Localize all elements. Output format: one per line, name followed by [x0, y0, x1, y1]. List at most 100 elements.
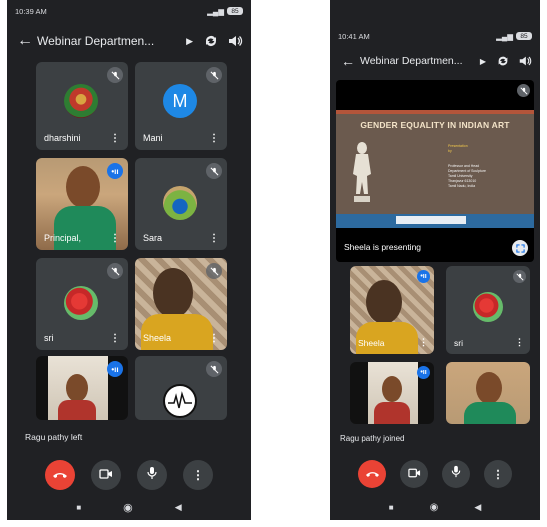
switch-camera-icon[interactable] [201, 31, 221, 51]
mic-button[interactable] [442, 460, 470, 488]
more-options-button[interactable]: ⋮ [183, 460, 213, 490]
participant-tile[interactable]: •ıı [36, 356, 128, 420]
participant-name: Sheela [358, 338, 385, 348]
more-vert-icon[interactable]: ⋮ [209, 333, 219, 344]
participant-tile[interactable]: sri ⋮ [36, 258, 128, 350]
presentation-area[interactable]: GENDER EQUALITY IN INDIAN ART Presentati… [336, 80, 534, 262]
presentation-slide: GENDER EQUALITY IN INDIAN ART Presentati… [336, 110, 534, 228]
nav-back-icon[interactable]: ◀ [175, 502, 182, 513]
more-vert-icon[interactable]: ⋮ [209, 233, 219, 244]
camera-icon [407, 465, 421, 483]
slide-title: GENDER EQUALITY IN INDIAN ART [360, 120, 510, 130]
nav-recents-icon[interactable]: ■ [76, 503, 81, 512]
status-bar: 10:41 AM ▂▄▆ 85 [330, 26, 540, 46]
end-call-button[interactable] [45, 460, 75, 490]
video-feed [58, 400, 96, 420]
more-vert-icon[interactable]: ⋮ [110, 133, 120, 144]
video-feed [382, 376, 402, 402]
participant-name: Sheela [143, 333, 172, 343]
meeting-title[interactable]: Webinar Departmen... [360, 55, 476, 67]
participant-name: sri [454, 338, 463, 348]
participant-tile[interactable] [446, 362, 530, 424]
end-call-button[interactable] [358, 460, 386, 488]
slide-bar [336, 110, 534, 114]
participant-notice: Ragu pathy joined [340, 434, 405, 443]
video-feed [141, 314, 213, 350]
mic-off-icon [206, 361, 222, 377]
status-time: 10:41 AM [338, 31, 370, 41]
speaker-icon[interactable] [225, 31, 245, 51]
presenting-label: Sheela is presenting [344, 242, 422, 252]
participant-tile[interactable]: Sheela ⋮ [135, 258, 227, 350]
avatar [64, 84, 98, 118]
video-feed [366, 280, 402, 324]
speaking-indicator-icon: •ıı [417, 270, 430, 283]
participant-name: Sara [143, 233, 163, 243]
avatar [64, 286, 98, 320]
system-nav-bar: ■ ◉ ◀ [330, 494, 540, 520]
participant-tile[interactable]: •ıı Sheela ⋮ [350, 266, 434, 354]
speaking-indicator-icon: •ıı [107, 163, 123, 179]
more-vert-icon: ⋮ [492, 468, 504, 481]
speaking-indicator-icon: •ıı [417, 366, 430, 379]
video-feed [66, 374, 88, 402]
video-feed [374, 402, 410, 424]
nav-home-icon[interactable]: ◉ [123, 501, 133, 514]
nav-recents-icon[interactable]: ■ [389, 503, 394, 512]
mic-off-icon [107, 263, 123, 279]
participant-name: sri [44, 333, 54, 343]
mic-icon [451, 465, 461, 483]
participant-tile[interactable]: •ıı [350, 362, 434, 424]
mic-off-icon [206, 163, 222, 179]
more-options-button[interactable]: ⋮ [484, 460, 512, 488]
more-vert-icon[interactable]: ⋮ [110, 233, 120, 244]
mic-off-icon [517, 84, 530, 97]
speaking-indicator-icon: •ıı [107, 361, 123, 377]
participant-notice: Ragu pathy left [25, 432, 83, 442]
battery-icon: 85 [516, 32, 532, 40]
phone-screenshot-right: 10:41 AM ▂▄▆ 85 ← Webinar Departmen... ▶… [330, 0, 540, 520]
meeting-title[interactable]: Webinar Departmen... [37, 34, 182, 48]
avatar: M [163, 84, 197, 118]
status-time: 10:39 AM [15, 6, 47, 16]
back-arrow-icon[interactable]: ← [336, 53, 360, 69]
status-icons: ▂▄▆ 85 [496, 32, 532, 41]
more-vert-icon[interactable]: ⋮ [515, 337, 524, 348]
video-feed [66, 166, 100, 208]
camera-button[interactable] [400, 460, 428, 488]
mic-off-icon [513, 270, 526, 283]
avatar [163, 384, 197, 418]
caret-right-icon[interactable]: ▶ [480, 57, 486, 66]
switch-camera-icon[interactable] [494, 51, 512, 71]
more-vert-icon[interactable]: ⋮ [209, 133, 219, 144]
slide-taskbar [336, 214, 534, 228]
more-vert-icon[interactable]: ⋮ [419, 337, 428, 348]
caret-right-icon[interactable]: ▶ [186, 36, 193, 47]
mic-icon [147, 466, 157, 485]
slide-text: Professor and Head Department of Sculptu… [448, 164, 486, 189]
meeting-app-bar: ← Webinar Departmen... ▶ [7, 24, 251, 58]
back-arrow-icon[interactable]: ← [13, 32, 37, 50]
slide-line: Tamil Nadu, India [448, 184, 476, 188]
participant-tile[interactable]: M Mani ⋮ [135, 62, 227, 150]
mic-off-icon [107, 67, 123, 83]
more-vert-icon[interactable]: ⋮ [110, 333, 120, 344]
participant-tile[interactable]: •ıı Principal, ⋮ [36, 158, 128, 250]
avatar [163, 186, 197, 220]
nav-home-icon[interactable]: ◉ [430, 502, 439, 513]
nav-back-icon[interactable]: ◀ [474, 502, 481, 513]
mic-off-icon [206, 67, 222, 83]
participant-tile[interactable]: dharshini ⋮ [36, 62, 128, 150]
sculpture-image [344, 140, 380, 206]
mic-off-icon [206, 263, 222, 279]
speaker-icon[interactable] [516, 51, 534, 71]
camera-button[interactable] [91, 460, 121, 490]
mic-button[interactable] [137, 460, 167, 490]
participant-tile[interactable]: sri ⋮ [446, 266, 530, 354]
participant-tile[interactable] [135, 356, 227, 420]
video-feed [153, 268, 193, 318]
video-feed [54, 206, 116, 250]
fullscreen-icon[interactable] [512, 240, 528, 256]
participant-tile[interactable]: Sara ⋮ [135, 158, 227, 250]
slide-text: by [448, 149, 452, 153]
